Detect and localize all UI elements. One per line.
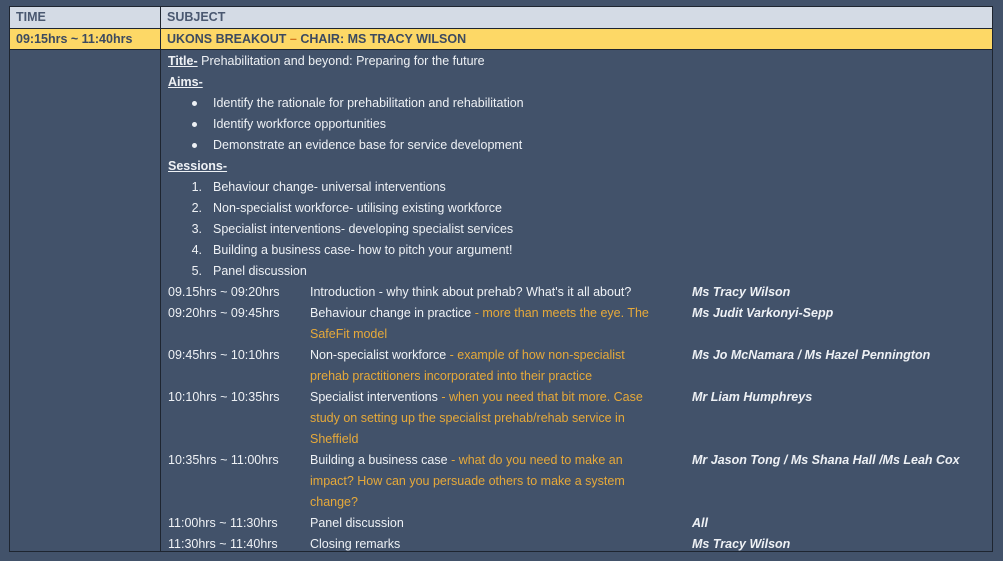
session-number: 1. [191,180,202,194]
column-divider [160,7,161,551]
schedule-time: 11:30hrs ~ 11:40hrs [168,537,278,551]
schedule-row: 10:10hrs ~ 10:35hrs Specialist intervent… [168,387,988,450]
session-time: 09:15hrs ~ 11:40hrs [16,32,133,46]
speaker-name: Mr Jason Tong / Ms Shana Hall /Ms Leah C… [692,453,960,467]
agenda-table: TIME SUBJECT 09:15hrs ~ 11:40hrs UKONS B… [9,6,993,552]
schedule-row: 09.15hrs ~ 09:20hrs Introduction - why t… [168,282,988,303]
session-number: 3. [191,222,202,236]
session-highlight-row: 09:15hrs ~ 11:40hrs UKONS BREAKOUT – CHA… [10,29,992,50]
schedule-topic: Closing remarks [310,534,690,555]
aim-text: Identify the rationale for prehabilitati… [213,96,524,110]
session-chair: CHAIR: MS TRACY WILSON [300,32,467,46]
speaker-name: Ms Judit Varkonyi-Sepp [692,306,834,320]
topic-main: Building a business case [310,453,448,467]
speaker-name: Ms Jo McNamara / Ms Hazel Pennington [692,348,931,362]
session-number: 5. [191,264,202,278]
sessions-label: Sessions- [168,159,228,173]
schedule-topic: Introduction - why think about prehab? W… [310,282,690,303]
schedule-topic: Non-specialist workforce - example of ho… [310,345,650,387]
session-number: 2. [191,201,202,215]
session-text: Behaviour change- universal intervention… [213,180,446,194]
aims-label: Aims- [168,75,203,89]
topic-main: Behaviour change in practice [310,306,472,320]
bullet-icon [192,143,197,148]
aim-text: Demonstrate an evidence base for service… [213,138,523,152]
title-text: Prehabilitation and beyond: Preparing fo… [197,54,485,68]
schedule-row: 10:35hrs ~ 11:00hrs Building a business … [168,450,988,513]
session-number: 4. [191,243,202,257]
session-item: 5. Panel discussion [168,261,768,282]
speaker-name: Ms Tracy Wilson [692,285,791,299]
schedule-topic: Building a business case - what do you n… [310,450,650,513]
session-title-main: UKONS BREAKOUT [167,32,287,46]
topic-main: Closing remarks [310,537,401,551]
session-item: 1. Behaviour change- universal interventi… [168,177,768,198]
schedule-time: 10:35hrs ~ 11:00hrs [168,453,279,467]
session-text: Panel discussion [213,264,307,278]
title-line: Title- Prehabilitation and beyond: Prepa… [168,51,485,72]
schedule-row: 11:00hrs ~ 11:30hrs Panel discussion All [168,513,988,534]
bullet-icon [192,101,197,106]
topic-main: Specialist interventions [310,390,438,404]
session-item: 4. Building a business case- how to pitch… [168,240,768,261]
schedule-time: 09:20hrs ~ 09:45hrs [168,306,280,320]
time-column-header: TIME [16,10,46,24]
bullet-icon [192,122,197,127]
session-title: UKONS BREAKOUT – CHAIR: MS TRACY WILSON [167,32,466,46]
session-item: 3. Specialist interventions- developing s… [168,219,768,240]
session-text: Specialist interventions- developing spe… [213,222,514,236]
table-header: TIME SUBJECT [10,7,992,29]
session-text: Building a business case- how to pitch y… [213,243,513,257]
schedule-topic: Behaviour change in practice - more than… [310,303,690,345]
sessions-heading: Sessions- [168,156,227,177]
session-title-sep: – [286,32,301,46]
session-text: Non-specialist workforce- utilising exis… [213,201,502,215]
speaker-name: Ms Tracy Wilson [692,537,791,551]
schedule-row: 09:20hrs ~ 09:45hrs Behaviour change in … [168,303,988,345]
schedule-topic: Panel discussion [310,513,690,534]
aim-item: Identify the rationale for prehabilitati… [168,93,768,114]
schedule-row: 09:45hrs ~ 10:10hrs Non-specialist workf… [168,345,988,387]
schedule-topic: Specialist interventions - when you need… [310,387,665,450]
aim-item: Identify workforce opportunities [168,114,768,135]
topic-main: Introduction - why think about prehab? W… [310,285,632,299]
speaker-name: Mr Liam Humphreys [692,390,813,404]
schedule-time: 10:10hrs ~ 10:35hrs [168,390,280,404]
topic-main: Panel discussion [310,516,404,530]
title-label: Title- [168,54,198,68]
aim-text: Identify workforce opportunities [213,117,387,131]
schedule-time: 11:00hrs ~ 11:30hrs [168,516,278,530]
schedule-time: 09:45hrs ~ 10:10hrs [168,348,280,362]
session-item: 2. Non-specialist workforce- utilising ex… [168,198,768,219]
schedule-row: 11:30hrs ~ 11:40hrs Closing remarks Ms T… [168,534,988,555]
subject-column-header: SUBJECT [167,10,226,24]
speaker-name: All [692,516,708,530]
aim-item: Demonstrate an evidence base for service… [168,135,768,156]
schedule-time: 09.15hrs ~ 09:20hrs [168,285,280,299]
aims-heading: Aims- [168,72,203,93]
topic-main: Non-specialist workforce [310,348,447,362]
